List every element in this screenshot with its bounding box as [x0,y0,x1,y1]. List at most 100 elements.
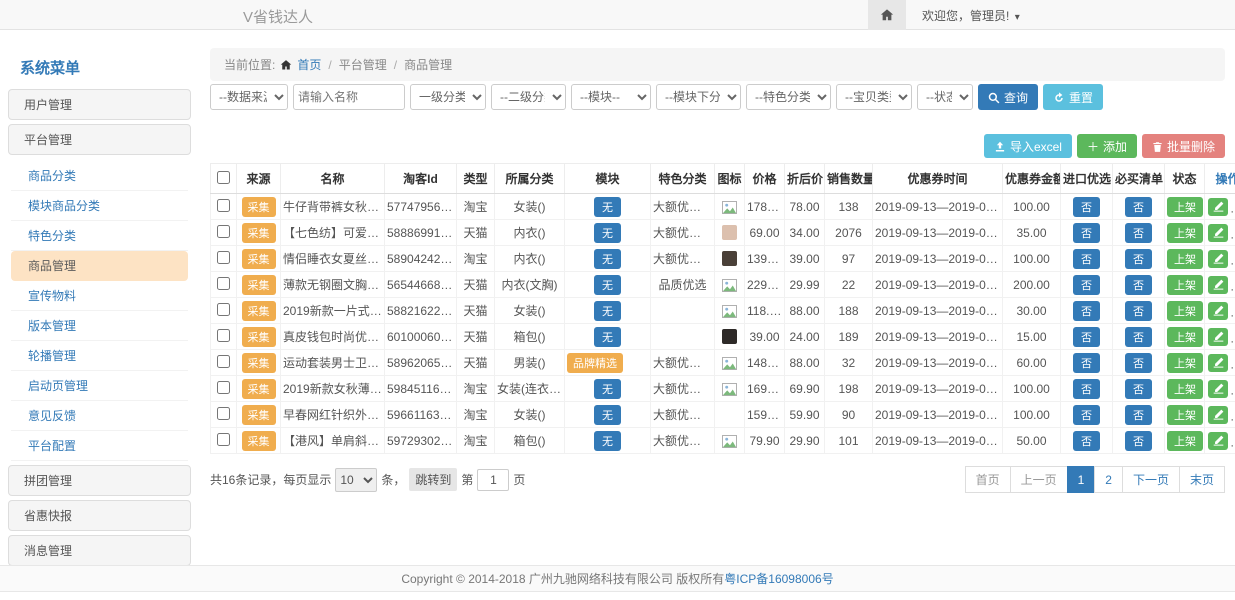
filter-select-3[interactable]: --模块-- [571,84,651,110]
reset-button[interactable]: 重置 [1043,84,1103,110]
module-badge[interactable]: 无 [594,379,621,399]
sidebar-group-header[interactable]: 用户管理 [8,89,191,120]
breadcrumb-home-link[interactable]: 首页 [297,56,321,73]
module-badge[interactable]: 品牌精选 [567,353,623,373]
row-checkbox[interactable] [217,277,230,290]
row-checkbox[interactable] [217,329,230,342]
module-badge[interactable]: 无 [594,405,621,425]
status-badge[interactable]: 上架 [1167,223,1203,243]
sidebar-item-2[interactable]: 特色分类 [11,221,188,251]
batch-delete-button[interactable]: 批量删除 [1142,134,1225,158]
sidebar-group-header[interactable]: 平台管理 [8,124,191,155]
filter-select-7[interactable]: --状态-- [917,84,973,110]
status-badge[interactable]: 上架 [1167,405,1203,425]
must-buy-toggle[interactable]: 否 [1125,223,1152,243]
edit-button[interactable] [1208,406,1228,424]
status-badge[interactable]: 上架 [1167,301,1203,321]
search-button[interactable]: 查询 [978,84,1038,110]
import-select-toggle[interactable]: 否 [1073,249,1100,269]
pager-button-4[interactable]: 下一页 [1122,466,1180,493]
module-badge[interactable]: 无 [594,327,621,347]
sidebar-item-0[interactable]: 商品分类 [11,161,188,191]
edit-button[interactable] [1208,224,1228,242]
sidebar-item-1[interactable]: 模块商品分类 [11,191,188,221]
row-checkbox[interactable] [217,355,230,368]
name-search-input[interactable] [293,84,405,110]
filter-select-6[interactable]: --宝贝类型-- [836,84,912,110]
row-checkbox[interactable] [217,303,230,316]
edit-button[interactable] [1208,250,1228,268]
filter-select-4[interactable]: --模块下分类-- [656,84,741,110]
import-select-toggle[interactable]: 否 [1073,379,1100,399]
must-buy-toggle[interactable]: 否 [1125,353,1152,373]
import-select-toggle[interactable]: 否 [1073,301,1100,321]
edit-button[interactable] [1208,380,1228,398]
filter-select-0[interactable]: --数据来源-- [210,84,288,110]
row-checkbox[interactable] [217,225,230,238]
status-badge[interactable]: 上架 [1167,249,1203,269]
module-badge[interactable]: 无 [594,223,621,243]
must-buy-toggle[interactable]: 否 [1125,379,1152,399]
import-select-toggle[interactable]: 否 [1073,353,1100,373]
edit-button[interactable] [1208,432,1228,450]
icp-link[interactable]: 粤ICP备16098006号 [724,570,833,587]
module-badge[interactable]: 无 [594,197,621,217]
home-button[interactable] [868,0,906,30]
module-badge[interactable]: 无 [594,431,621,451]
sidebar-group-header[interactable]: 拼团管理 [8,465,191,496]
import-select-toggle[interactable]: 否 [1073,223,1100,243]
status-badge[interactable]: 上架 [1167,431,1203,451]
module-badge[interactable]: 无 [594,249,621,269]
must-buy-toggle[interactable]: 否 [1125,431,1152,451]
status-badge[interactable]: 上架 [1167,275,1203,295]
filter-select-2[interactable]: --二级分类-- [491,84,566,110]
edit-button[interactable] [1208,354,1228,372]
must-buy-toggle[interactable]: 否 [1125,405,1152,425]
sidebar-item-8[interactable]: 意见反馈 [11,401,188,431]
status-badge[interactable]: 上架 [1167,379,1203,399]
row-checkbox[interactable] [217,199,230,212]
row-checkbox[interactable] [217,407,230,420]
pager-button-3[interactable]: 2 [1094,466,1123,493]
pager-button-1[interactable]: 上一页 [1010,466,1068,493]
status-badge[interactable]: 上架 [1167,327,1203,347]
import-select-toggle[interactable]: 否 [1073,275,1100,295]
edit-button[interactable] [1208,198,1228,216]
pager-button-0[interactable]: 首页 [965,466,1011,493]
import-select-toggle[interactable]: 否 [1073,197,1100,217]
pager-button-2[interactable]: 1 [1067,466,1096,493]
edit-button[interactable] [1208,328,1228,346]
jump-button[interactable]: 跳转到 [409,468,457,491]
must-buy-toggle[interactable]: 否 [1125,197,1152,217]
user-menu[interactable]: 欢迎您，管理员! ▾ [906,7,1034,24]
import-select-toggle[interactable]: 否 [1073,327,1100,347]
page-number-input[interactable] [477,469,509,491]
must-buy-toggle[interactable]: 否 [1125,327,1152,347]
page-size-select[interactable]: 10 [335,468,377,492]
import-select-toggle[interactable]: 否 [1073,405,1100,425]
must-buy-toggle[interactable]: 否 [1125,301,1152,321]
pager-button-5[interactable]: 末页 [1179,466,1225,493]
edit-button[interactable] [1208,302,1228,320]
import-select-toggle[interactable]: 否 [1073,431,1100,451]
sidebar-item-7[interactable]: 启动页管理 [11,371,188,401]
must-buy-toggle[interactable]: 否 [1125,275,1152,295]
sidebar-item-9[interactable]: 平台配置 [11,431,188,461]
module-badge[interactable]: 无 [594,301,621,321]
module-badge[interactable]: 无 [594,275,621,295]
filter-select-1[interactable]: 一级分类 [410,84,486,110]
sidebar-item-4[interactable]: 宣传物料 [11,281,188,311]
row-checkbox[interactable] [217,433,230,446]
import-excel-button[interactable]: 导入excel [984,134,1072,158]
row-checkbox[interactable] [217,381,230,394]
filter-select-5[interactable]: --特色分类-- [746,84,831,110]
row-checkbox[interactable] [217,251,230,264]
status-badge[interactable]: 上架 [1167,353,1203,373]
sidebar-group-header[interactable]: 消息管理 [8,535,191,565]
select-all-checkbox[interactable] [217,171,230,184]
sidebar-item-6[interactable]: 轮播管理 [11,341,188,371]
add-button[interactable]: ＋ 添加 [1077,134,1137,158]
sidebar-item-5[interactable]: 版本管理 [11,311,188,341]
sidebar-item-3[interactable]: 商品管理 [11,251,188,281]
edit-button[interactable] [1208,276,1228,294]
